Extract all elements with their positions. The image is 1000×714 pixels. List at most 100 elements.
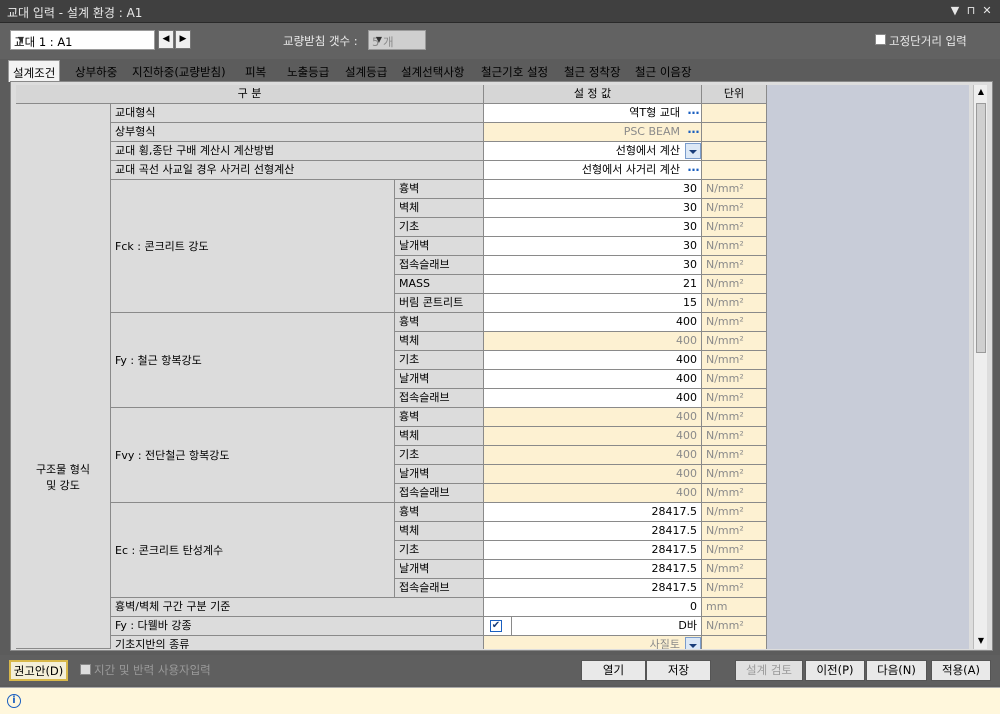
fixed-distance-checkbox[interactable]	[875, 34, 886, 45]
value-field[interactable]: 400	[484, 389, 702, 408]
ellipsis-icon[interactable]: …	[685, 123, 702, 141]
design-conditions-grid: 구 분 설 정 값 단위 구조물 형식 및 강도 교대형식 역T형 교대 … 상…	[16, 85, 969, 649]
chevron-down-icon: ▼	[17, 35, 25, 44]
sub-label: 날개벽	[395, 465, 484, 484]
value-field[interactable]: 30	[484, 237, 702, 256]
value-field[interactable]: 30	[484, 180, 702, 199]
value-field[interactable]: 400	[484, 465, 702, 484]
sub-label: 벽체	[395, 522, 484, 541]
scroll-thumb[interactable]	[976, 103, 986, 353]
sub-label: 날개벽	[395, 560, 484, 579]
next-button[interactable]: 다음(N)	[866, 660, 927, 681]
pin-icon[interactable]: ⊓	[964, 3, 978, 19]
unit-cell: N/mm²	[702, 332, 767, 351]
value-field[interactable]: 400	[484, 351, 702, 370]
dropdown-icon[interactable]: ▼	[948, 3, 962, 19]
column-header-category: 구 분	[16, 85, 484, 104]
sub-label: 기초	[395, 446, 484, 465]
design-check-button[interactable]: 설계 검토	[735, 660, 803, 681]
foundation-soil-select[interactable]: 사질토	[484, 636, 702, 649]
chevron-down-icon[interactable]	[685, 143, 701, 159]
tab-design-options[interactable]: 설계선택사항	[401, 61, 464, 81]
unit-cell: N/mm²	[702, 560, 767, 579]
unit-cell: N/mm²	[702, 522, 767, 541]
unit-cell	[702, 161, 767, 180]
unit-cell: N/mm²	[702, 370, 767, 389]
value-field[interactable]: 400	[484, 446, 702, 465]
abutment-select[interactable]: 교대 1 : A1 ▼	[10, 30, 155, 50]
scroll-down-icon[interactable]: ▼	[975, 634, 987, 648]
value-field[interactable]: 28417.5	[484, 503, 702, 522]
close-icon[interactable]: ✕	[980, 3, 994, 19]
group-label: 구조물 형식 및 강도	[16, 104, 111, 649]
unit-cell: N/mm²	[702, 294, 767, 313]
save-button[interactable]: 저장	[646, 660, 711, 681]
status-bar: i	[0, 687, 1000, 714]
value-field[interactable]: 400	[484, 332, 702, 351]
tab-seismic-load[interactable]: 지진하중(교량받침)	[132, 61, 226, 81]
next-abutment-button[interactable]: ▶	[175, 30, 191, 49]
vertical-scrollbar[interactable]: ▲ ▼	[973, 85, 987, 649]
unit-cell: N/mm²	[702, 541, 767, 560]
value-field[interactable]: 400	[484, 313, 702, 332]
tab-design-grade[interactable]: 설계등급	[345, 61, 387, 81]
grid-row-label: 흉벽/벽체 구간 구분 기준	[111, 598, 484, 617]
span-reaction-checkbox[interactable]	[80, 664, 91, 675]
recommend-button[interactable]: 권고안(D)	[9, 660, 68, 681]
chevron-down-icon: ▼	[375, 35, 383, 44]
value-field[interactable]: 15	[484, 294, 702, 313]
bearing-count-label: 교량받침 갯수 :	[283, 34, 358, 48]
chevron-down-icon[interactable]	[685, 637, 701, 649]
ellipsis-icon[interactable]: …	[685, 104, 702, 122]
prev-button[interactable]: 이전(P)	[805, 660, 865, 681]
tab-cover[interactable]: 피복	[245, 61, 266, 81]
tab-design-conditions[interactable]: 설계조건	[8, 60, 61, 82]
super-type-field[interactable]: PSC BEAM	[484, 123, 702, 142]
value-field[interactable]: 21	[484, 275, 702, 294]
design-environment-window: 교대 입력 - 설계 환경 : A1 ▼ ⊓ ✕ 교대 1 : A1 ▼ ◀ ▶…	[0, 0, 1000, 714]
value-field[interactable]: 30	[484, 218, 702, 237]
abutment-type-field[interactable]: 역T형 교대	[484, 104, 702, 123]
value-field[interactable]: 30	[484, 199, 702, 218]
tab-panel: 구 분 설 정 값 단위 구조물 형식 및 강도 교대형식 역T형 교대 … 상…	[10, 81, 993, 651]
dowel-grade-field[interactable]: D바	[512, 617, 702, 636]
slope-method-select[interactable]: 선형에서 계산	[484, 142, 702, 161]
apply-button[interactable]: 적용(A)	[931, 660, 991, 681]
unit-cell: N/mm²	[702, 617, 767, 636]
value-field[interactable]: 400	[484, 408, 702, 427]
unit-cell	[702, 104, 767, 123]
value-field[interactable]: 400	[484, 484, 702, 503]
sub-label: 벽체	[395, 427, 484, 446]
tab-superstructure-load[interactable]: 상부하중	[75, 61, 117, 81]
prev-abutment-button[interactable]: ◀	[158, 30, 174, 49]
ellipsis-icon[interactable]: …	[685, 161, 702, 179]
unit-cell	[702, 636, 767, 649]
value-field[interactable]: 28417.5	[484, 541, 702, 560]
value-field[interactable]: 30	[484, 256, 702, 275]
tab-exposure-grade[interactable]: 노출등급	[287, 61, 329, 81]
skew-calc-field[interactable]: 선형에서 사거리 계산	[484, 161, 702, 180]
value-field[interactable]: 28417.5	[484, 560, 702, 579]
unit-cell: N/mm²	[702, 579, 767, 598]
bearing-count-select[interactable]: 5 개 ▼	[368, 30, 426, 50]
grid-row-label: 교대형식	[111, 104, 484, 123]
unit-cell: N/mm²	[702, 389, 767, 408]
unit-cell: N/mm²	[702, 427, 767, 446]
open-button[interactable]: 열기	[581, 660, 646, 681]
value-field[interactable]: 400	[484, 427, 702, 446]
unit-cell: N/mm²	[702, 256, 767, 275]
sub-label: 날개벽	[395, 370, 484, 389]
tab-rebar-symbol[interactable]: 철근기호 설정	[481, 61, 548, 81]
value-field[interactable]: 400	[484, 370, 702, 389]
dowel-checkbox-cell: ✔	[484, 617, 512, 636]
tab-rebar-splice[interactable]: 철근 이음장	[635, 61, 692, 81]
wall-boundary-field[interactable]: 0	[484, 598, 702, 617]
check-icon[interactable]: ✔	[490, 620, 502, 632]
tab-rebar-anchorage[interactable]: 철근 정착장	[564, 61, 621, 81]
window-title: 교대 입력 - 설계 환경 : A1	[7, 6, 143, 20]
scroll-up-icon[interactable]: ▲	[975, 85, 987, 99]
value-field[interactable]: 28417.5	[484, 522, 702, 541]
value-field[interactable]: 28417.5	[484, 579, 702, 598]
unit-cell: N/mm²	[702, 180, 767, 199]
info-icon: i	[7, 694, 21, 708]
